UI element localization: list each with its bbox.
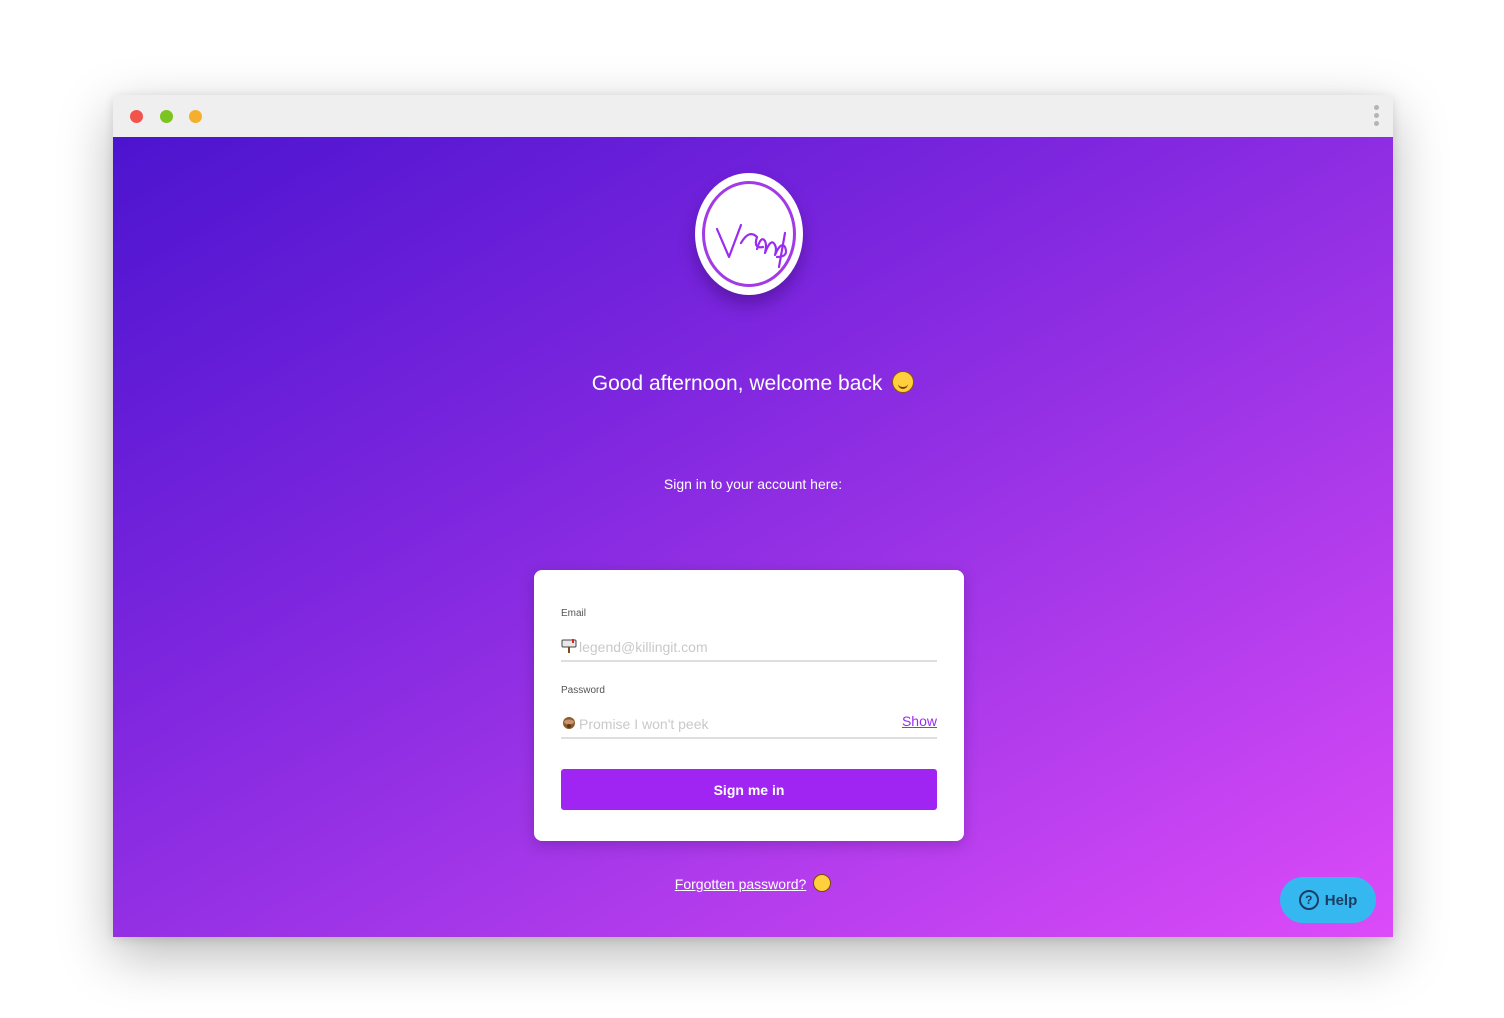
help-button[interactable]: ? Help bbox=[1280, 877, 1376, 923]
minimize-window-button[interactable] bbox=[160, 110, 173, 123]
zoom-window-button[interactable] bbox=[189, 110, 202, 123]
login-card: Email Password Show Sign me in bbox=[534, 570, 964, 841]
forgot-password: Forgotten password? bbox=[113, 874, 1393, 892]
kebab-icon[interactable] bbox=[1372, 105, 1380, 129]
login-page: Good afternoon, welcome back Sign in to … bbox=[113, 137, 1393, 937]
question-circle-icon: ? bbox=[1298, 890, 1319, 910]
screaming-face-icon bbox=[813, 874, 832, 892]
password-field[interactable]: Show bbox=[561, 711, 937, 739]
help-label: Help bbox=[1324, 891, 1358, 909]
see-no-evil-icon bbox=[563, 717, 575, 729]
window-titlebar bbox=[113, 95, 1393, 137]
show-password-link[interactable]: Show bbox=[902, 713, 937, 729]
greeting-heading: Good afternoon, welcome back bbox=[113, 371, 1393, 396]
email-field[interactable] bbox=[561, 634, 937, 662]
mailbox-icon bbox=[561, 639, 577, 653]
close-window-button[interactable] bbox=[130, 110, 143, 123]
password-label: Password bbox=[561, 685, 605, 696]
email-label: Email bbox=[561, 608, 587, 619]
forgot-password-link[interactable]: Forgotten password? bbox=[675, 876, 807, 892]
logo-badge bbox=[695, 173, 803, 295]
smiling-face-icon bbox=[892, 371, 915, 393]
password-input[interactable] bbox=[579, 713, 879, 735]
signin-subtitle: Sign in to your account here: bbox=[663, 476, 843, 492]
vamp-logo bbox=[695, 173, 803, 295]
email-input[interactable] bbox=[579, 636, 879, 658]
greeting-text: Good afternoon, welcome back bbox=[591, 372, 883, 395]
browser-window: Good afternoon, welcome back Sign in to … bbox=[113, 95, 1393, 937]
sign-in-button[interactable]: Sign me in bbox=[561, 769, 937, 810]
